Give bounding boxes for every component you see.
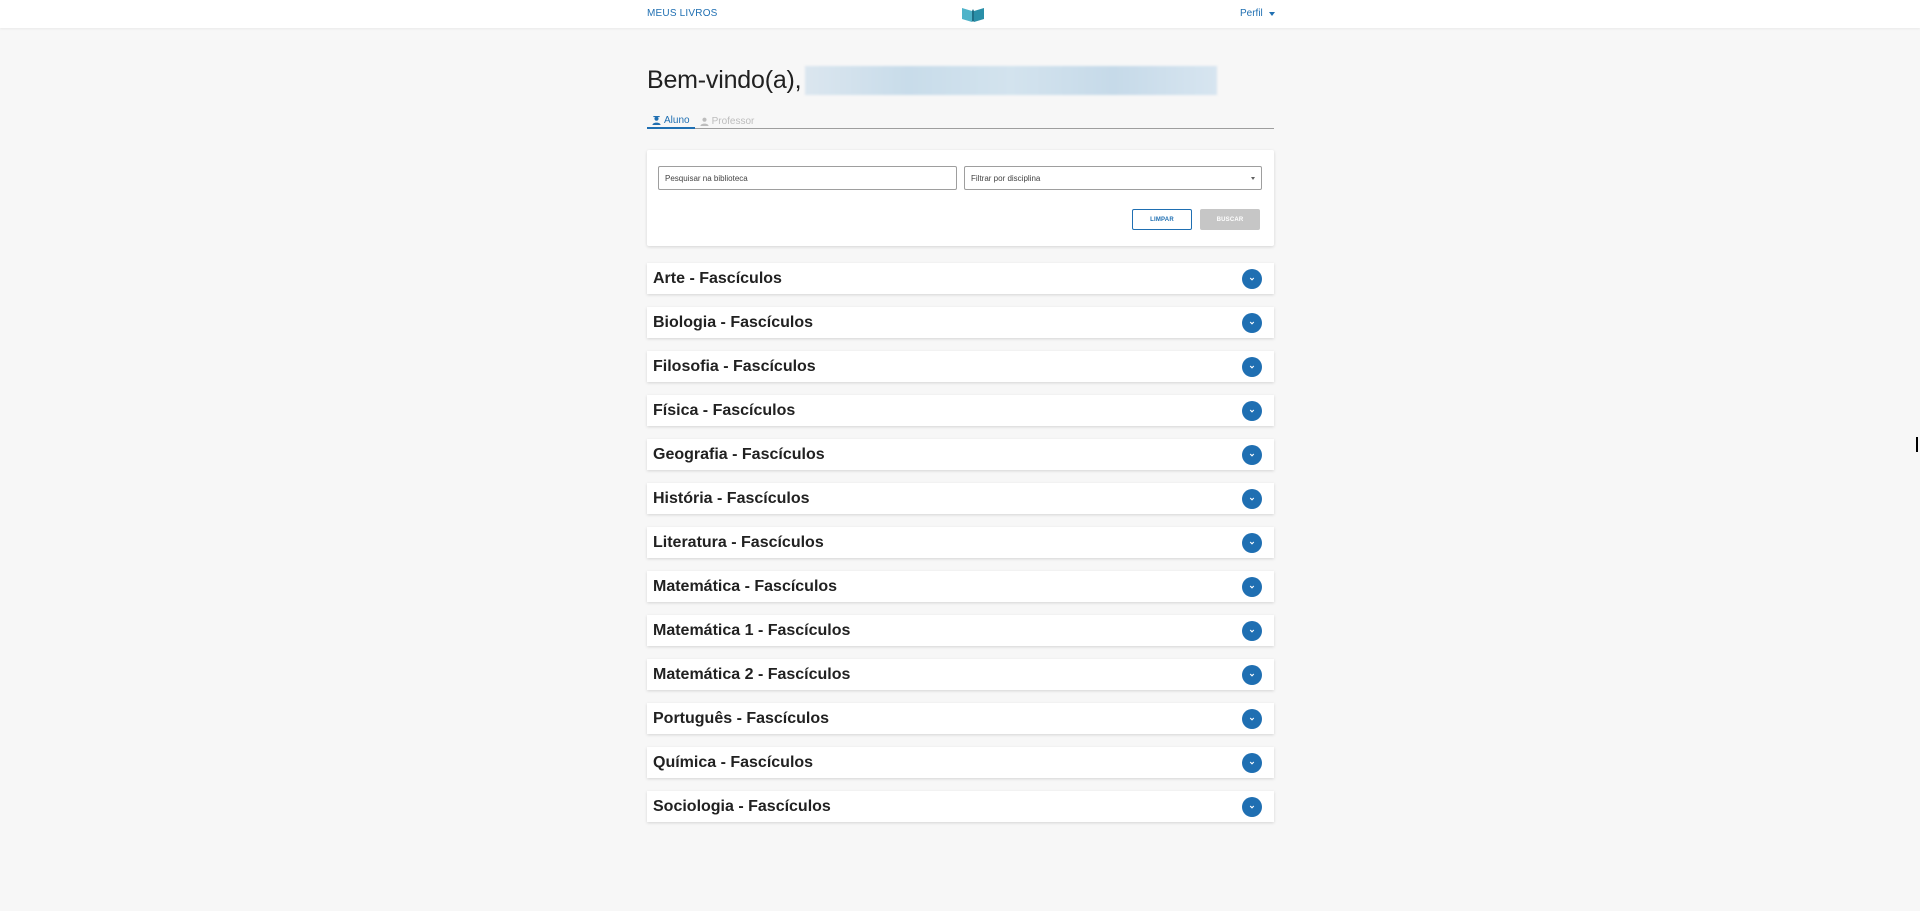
chevron-down-icon bbox=[1249, 497, 1255, 501]
search-panel: Filtrar por disciplina LIMPAR BUSCAR bbox=[647, 150, 1274, 246]
accordion-item-title: Literatura - Fascículos bbox=[653, 533, 824, 551]
chevron-down-icon bbox=[1249, 673, 1255, 677]
clear-button[interactable]: LIMPAR bbox=[1132, 209, 1192, 230]
expand-button[interactable] bbox=[1242, 400, 1262, 421]
book-logo-icon[interactable] bbox=[961, 5, 985, 23]
teacher-icon bbox=[700, 117, 709, 126]
accordion-item-quimica[interactable]: Química - Fascículos bbox=[647, 747, 1274, 778]
chevron-down-icon bbox=[1249, 453, 1255, 457]
chevron-down-icon bbox=[1249, 717, 1255, 721]
accordion-item-title: Matemática 1 - Fascículos bbox=[653, 621, 851, 639]
accordion-item-portugues[interactable]: Português - Fascículos bbox=[647, 703, 1274, 734]
chevron-down-icon bbox=[1249, 365, 1255, 369]
expand-button[interactable] bbox=[1242, 444, 1262, 465]
accordion-item-title: Sociologia - Fascículos bbox=[653, 797, 831, 815]
tab-aluno-label: Aluno bbox=[664, 115, 690, 126]
expand-button[interactable] bbox=[1242, 796, 1262, 817]
chevron-down-icon bbox=[1268, 12, 1275, 16]
chevron-down-icon bbox=[1249, 629, 1255, 633]
expand-button[interactable] bbox=[1242, 532, 1262, 553]
accordion-item-title: Português - Fascículos bbox=[653, 709, 830, 727]
discipline-filter-label: Filtrar por disciplina bbox=[971, 173, 1041, 183]
chevron-down-icon bbox=[1249, 585, 1255, 589]
welcome-heading: Bem-vindo(a), bbox=[647, 66, 1218, 95]
accordion-item-literatura[interactable]: Literatura - Fascículos bbox=[647, 527, 1274, 558]
chevron-down-icon bbox=[1251, 176, 1255, 180]
accordion-item-geografia[interactable]: Geografia - Fascículos bbox=[647, 439, 1274, 470]
student-icon bbox=[652, 116, 661, 125]
role-tabs: Aluno Professor bbox=[647, 114, 1274, 129]
tab-professor-label: Professor bbox=[711, 115, 755, 127]
accordion-item-arte[interactable]: Arte - Fascículos bbox=[647, 263, 1274, 294]
expand-button[interactable] bbox=[1242, 576, 1262, 597]
accordion-item-title: Filosofia - Fascículos bbox=[653, 357, 816, 375]
expand-button[interactable] bbox=[1242, 752, 1262, 773]
text-cursor-icon bbox=[1916, 437, 1918, 452]
redacted-user-name bbox=[805, 66, 1218, 95]
discipline-filter-select[interactable]: Filtrar por disciplina bbox=[964, 166, 1262, 190]
accordion-item-title: Física - Fascículos bbox=[653, 401, 796, 419]
accordion-item-title: Matemática 2 - Fascículos bbox=[653, 665, 851, 683]
tab-aluno[interactable]: Aluno bbox=[647, 114, 695, 129]
chevron-down-icon bbox=[1249, 277, 1255, 281]
profile-label: Perfil bbox=[1240, 8, 1263, 19]
tab-professor[interactable]: Professor bbox=[695, 114, 760, 128]
search-button[interactable]: BUSCAR bbox=[1200, 209, 1260, 230]
top-navbar: MEUS LIVROS Perfil bbox=[0, 0, 1920, 28]
accordion-item-title: Biologia - Fascículos bbox=[653, 313, 814, 331]
chevron-down-icon bbox=[1249, 409, 1255, 413]
accordion-item-title: História - Fascículos bbox=[653, 489, 810, 507]
accordion-item-biologia[interactable]: Biologia - Fascículos bbox=[647, 307, 1274, 338]
accordion-item-title: Arte - Fascículos bbox=[653, 269, 782, 287]
expand-button[interactable] bbox=[1242, 312, 1262, 333]
chevron-down-icon bbox=[1249, 321, 1255, 325]
subjects-accordion: Arte - Fascículos Biologia - Fascículos … bbox=[647, 263, 1274, 835]
chevron-down-icon bbox=[1249, 805, 1255, 809]
accordion-item-title: Geografia - Fascículos bbox=[653, 445, 825, 463]
expand-button[interactable] bbox=[1242, 356, 1262, 377]
accordion-item-sociologia[interactable]: Sociologia - Fascículos bbox=[647, 791, 1274, 822]
accordion-item-title: Química - Fascículos bbox=[653, 753, 814, 771]
accordion-item-fisica[interactable]: Física - Fascículos bbox=[647, 395, 1274, 426]
accordion-item-matematica[interactable]: Matemática - Fascículos bbox=[647, 571, 1274, 602]
expand-button[interactable] bbox=[1242, 268, 1262, 289]
search-input[interactable] bbox=[658, 166, 957, 190]
accordion-item-historia[interactable]: História - Fascículos bbox=[647, 483, 1274, 514]
accordion-item-title: Matemática - Fascículos bbox=[653, 577, 838, 595]
expand-button[interactable] bbox=[1242, 488, 1262, 509]
chevron-down-icon bbox=[1249, 541, 1255, 545]
expand-button[interactable] bbox=[1242, 620, 1262, 641]
accordion-item-matematica-2[interactable]: Matemática 2 - Fascículos bbox=[647, 659, 1274, 690]
page-title: Bem-vindo(a), bbox=[647, 66, 802, 94]
accordion-item-filosofia[interactable]: Filosofia - Fascículos bbox=[647, 351, 1274, 382]
my-books-link[interactable]: MEUS LIVROS bbox=[647, 8, 718, 19]
chevron-down-icon bbox=[1249, 761, 1255, 765]
accordion-item-matematica-1[interactable]: Matemática 1 - Fascículos bbox=[647, 615, 1274, 646]
expand-button[interactable] bbox=[1242, 664, 1262, 685]
expand-button[interactable] bbox=[1242, 708, 1262, 729]
profile-menu[interactable]: Perfil bbox=[1240, 8, 1275, 19]
